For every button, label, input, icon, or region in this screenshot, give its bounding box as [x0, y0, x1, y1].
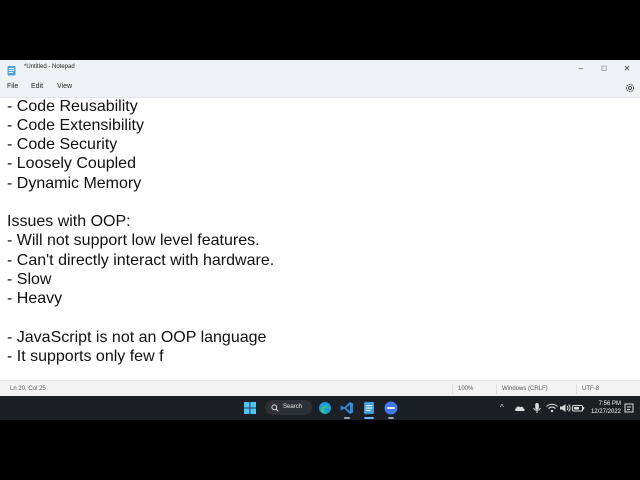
tray-overflow-chevron[interactable]: ^	[500, 403, 504, 412]
microphone-icon[interactable]	[530, 401, 546, 417]
clock-date: 12/27/2022	[590, 409, 621, 415]
editor-line: - JavaScript is not an OOP language	[7, 329, 267, 346]
vscode-icon[interactable]	[339, 400, 355, 416]
status-bar: Ln 20, Col 25 100% Windows (CRLF) UTF-8	[0, 380, 640, 397]
title-bar[interactable]: *Untitled - Notepad – ◻ ✕	[0, 60, 640, 77]
editor-line: - Can't directly interact with hardware.	[7, 252, 275, 269]
editor-line: - Slow	[7, 271, 52, 288]
line-ending: Windows (CRLF)	[502, 386, 548, 392]
cloud-icon[interactable]	[513, 401, 529, 417]
editor-line: - Heavy	[7, 290, 63, 307]
menu-bar: File Edit View	[0, 77, 640, 98]
editor-line: - Loosely Coupled	[7, 155, 136, 172]
taskbar: Search ^ 7:56 PM 12/27/2022	[0, 396, 640, 420]
editor-line: - It supports only few f	[7, 348, 164, 365]
status-divider	[576, 384, 577, 394]
menu-view[interactable]: View	[57, 83, 72, 90]
clock-time: 7:56 PM	[598, 401, 621, 407]
active-window-indicator	[364, 417, 374, 419]
search-label: Search	[283, 404, 303, 410]
system-clock[interactable]: 7:56 PM 12/27/2022	[585, 400, 621, 416]
editor-line: Issues with OOP:	[7, 213, 131, 230]
editor-line: - Code Extensibility	[7, 117, 144, 134]
search-icon	[271, 404, 279, 412]
letterbox-bottom	[0, 420, 640, 480]
menu-file[interactable]: File	[7, 83, 18, 90]
notepad-icon	[7, 63, 16, 76]
letterbox-top	[0, 0, 640, 60]
notification-icon[interactable]	[622, 401, 638, 417]
text-editor[interactable]: - Code Reusability - Code Extensibility …	[0, 98, 640, 380]
maximize-button[interactable]: ◻	[593, 60, 615, 77]
notepad-taskbar-icon[interactable]	[361, 400, 377, 416]
notepad-window: *Untitled - Notepad – ◻ ✕ File Edit View…	[0, 60, 640, 397]
running-indicator	[388, 417, 394, 419]
status-divider	[496, 384, 497, 394]
cursor-position: Ln 20, Col 25	[10, 386, 46, 392]
running-indicator	[344, 417, 350, 419]
close-button[interactable]: ✕	[616, 60, 638, 77]
window-title: *Untitled - Notepad	[24, 64, 75, 70]
editor-line: - Code Security	[7, 136, 118, 153]
app-icon[interactable]	[383, 400, 399, 416]
minimize-button[interactable]: –	[570, 60, 592, 77]
windows-start-icon[interactable]	[242, 400, 258, 416]
editor-line: - Will not support low level features.	[7, 232, 260, 249]
menu-edit[interactable]: Edit	[31, 83, 43, 90]
encoding: UTF-8	[582, 386, 599, 392]
status-divider	[452, 384, 453, 394]
editor-line: - Code Reusability	[7, 98, 138, 115]
edge-icon[interactable]	[317, 400, 333, 416]
editor-line: - Dynamic Memory	[7, 175, 142, 192]
zoom-level: 100%	[458, 386, 474, 392]
settings-gear-icon[interactable]	[624, 81, 636, 93]
taskbar-search[interactable]: Search	[265, 400, 312, 415]
